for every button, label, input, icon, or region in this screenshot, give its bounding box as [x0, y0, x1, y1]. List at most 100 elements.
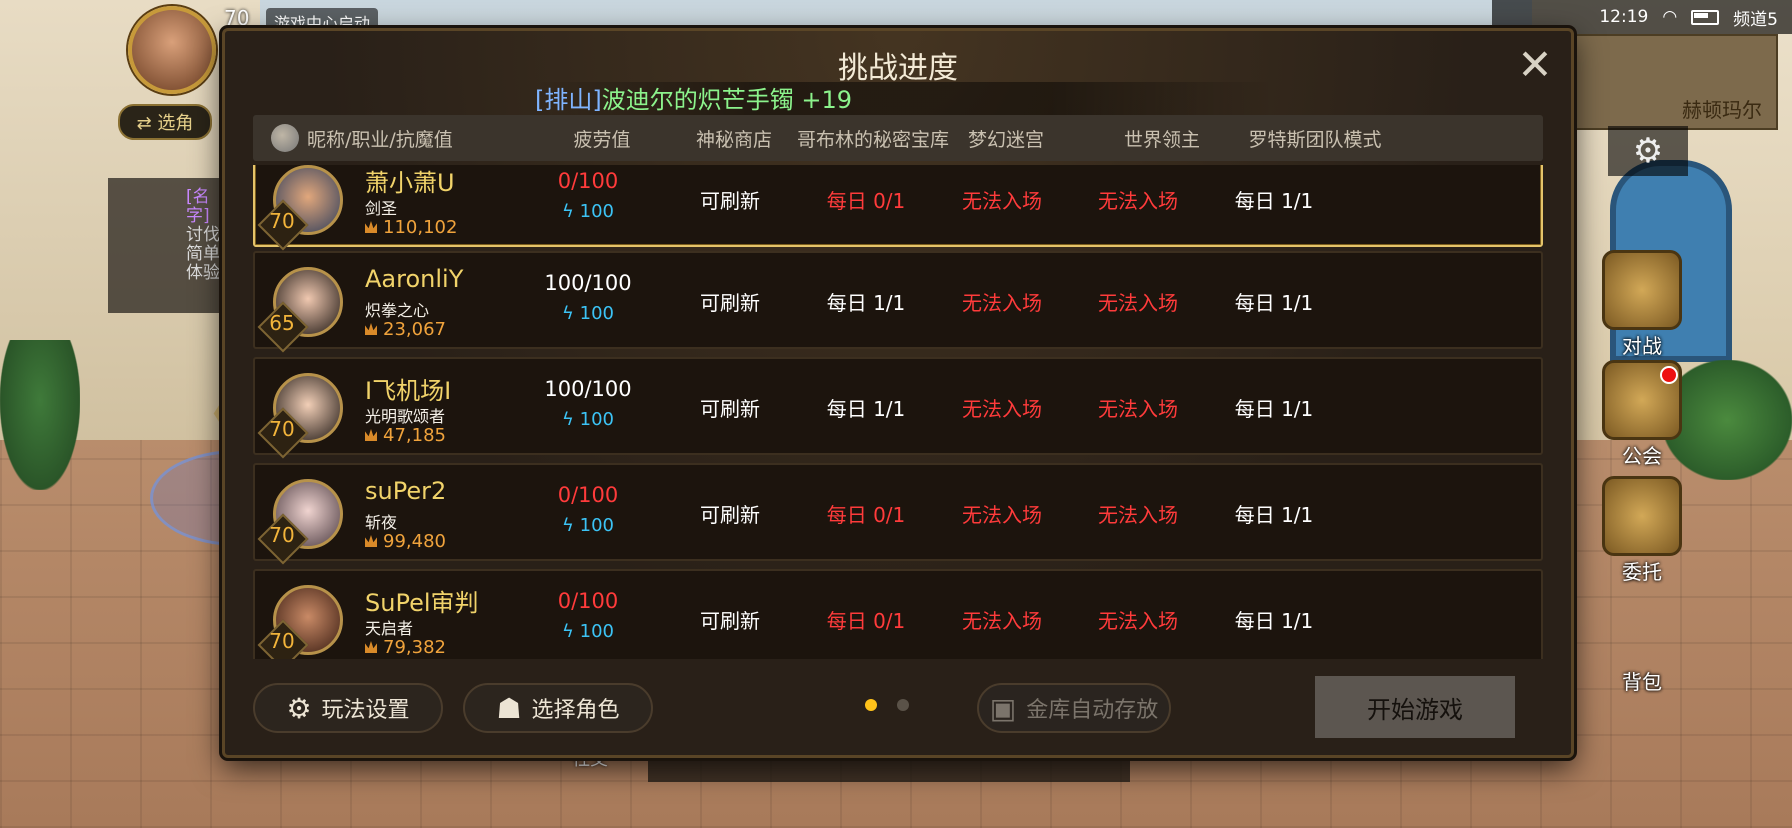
start-label: 开始游戏 — [1367, 695, 1463, 724]
auto-store-button[interactable]: ▣ 金库自动存放 — [977, 683, 1171, 733]
character-icon: ☗ — [496, 691, 522, 725]
table-row[interactable]: 70 I飞机场I 光明歌颂者 47,185 100/100 ϟ 100 可刷新 … — [253, 357, 1543, 459]
gameplay-settings-button[interactable]: ⚙ 玩法设置 — [253, 683, 443, 733]
power-value: 23,067 — [383, 319, 446, 340]
fatigue-value: 100/100 — [544, 271, 632, 295]
dream-status: 无法入场 — [962, 503, 1042, 527]
energy-value: ϟ 100 — [513, 515, 663, 536]
header-rotes: 罗特斯团队模式 — [1248, 128, 1382, 151]
energy-number: 100 — [579, 409, 614, 430]
dream-status: 无法入场 — [962, 397, 1042, 421]
broadcast-notice: [排山]波迪尔的炽芒手镯 +19 — [535, 82, 1275, 118]
table-row[interactable]: 65 AaronliY 炽拳之心 23,067 100/100 ϟ 100 可刷… — [253, 251, 1543, 353]
pvp-button[interactable]: 对战 — [1602, 250, 1682, 359]
select-character-button[interactable]: ☗ 选择角色 — [463, 683, 653, 733]
settings-label: 玩法设置 — [321, 698, 410, 723]
magic-resist: 99,480 — [365, 531, 446, 552]
shop-status: 可刷新 — [700, 291, 760, 315]
commission-label: 委托 — [1622, 560, 1662, 584]
lightning-icon: ϟ — [562, 303, 580, 324]
crown-icon — [365, 323, 377, 335]
rotes-status: 每日 1/1 — [1234, 609, 1314, 633]
power-value: 99,480 — [383, 531, 446, 552]
fatigue-value: 100/100 — [544, 377, 632, 401]
boss-status: 无法入场 — [1098, 291, 1178, 315]
fatigue-value: 0/100 — [557, 483, 619, 507]
quest-name: [名字] — [186, 187, 210, 226]
goblin-status: 每日 0/1 — [826, 189, 906, 213]
clock: 12:19 — [1599, 7, 1649, 27]
character-list[interactable]: 70 萧小萧U 剑圣 110,102 0/100 ϟ 100 可刷新 每日 0/… — [253, 165, 1543, 659]
shop-status: 可刷新 — [700, 503, 760, 527]
boss-status: 无法入场 — [1098, 397, 1178, 421]
select-char-label: 选择角色 — [531, 698, 620, 723]
header-fatigue: 疲劳值 — [573, 128, 631, 151]
character-name: SuPel审判 — [365, 589, 479, 617]
energy-number: 100 — [579, 621, 614, 642]
energy-number: 100 — [579, 201, 614, 222]
guild-button[interactable]: 公会 — [1602, 360, 1682, 469]
player-level: 70 — [224, 6, 250, 30]
bag-button[interactable]: 背包 — [1602, 666, 1682, 695]
goblin-status: 每日 0/1 — [826, 503, 906, 527]
character-job: 剑圣 — [365, 199, 398, 218]
boss-status: 无法入场 — [1098, 503, 1178, 527]
table-row[interactable]: 70 suPer2 斩夜 99,480 0/100 ϟ 100 可刷新 每日 0… — [253, 463, 1543, 565]
crown-icon — [365, 535, 377, 547]
table-header: 昵称/职业/抗魔值 疲劳值 神秘商店 哥布林的秘密宝库 梦幻迷宫 世界领主 罗特… — [253, 115, 1543, 161]
level-text: 65 — [269, 311, 295, 335]
energy-number: 100 — [579, 303, 614, 324]
vault-icon: ▣ — [989, 691, 1017, 725]
notice-board-icon — [1602, 476, 1682, 556]
crown-icon — [365, 221, 377, 233]
settings-gear-icon[interactable]: ⚙ — [1608, 126, 1688, 176]
minimap-location: 赫顿玛尔 — [1682, 98, 1762, 122]
character-job: 天启者 — [365, 619, 414, 638]
character-name: 萧小萧U — [365, 169, 455, 197]
lightning-icon: ϟ — [562, 409, 580, 430]
challenge-progress-dialog: 挑战进度 ✕ [排山]波迪尔的炽芒手镯 +19 昵称/职业/抗魔值 疲劳值 神秘… — [222, 28, 1574, 758]
character-job: 炽拳之心 — [365, 301, 430, 320]
close-icon[interactable]: ✕ — [1513, 44, 1557, 89]
dream-status: 无法入场 — [962, 291, 1042, 315]
table-row[interactable]: 70 SuPel审判 天启者 79,382 0/100 ϟ 100 可刷新 每日… — [253, 569, 1543, 659]
start-game-button[interactable]: 开始游戏 — [1315, 676, 1515, 738]
magic-resist: 47,185 — [365, 425, 446, 446]
boss-status: 无法入场 — [1098, 609, 1178, 633]
goblin-status: 每日 1/1 — [826, 397, 906, 421]
dream-status: 无法入场 — [962, 609, 1042, 633]
level-text: 70 — [269, 629, 295, 653]
bag-label: 背包 — [1622, 670, 1662, 694]
rotes-status: 每日 1/1 — [1234, 397, 1314, 421]
quest-tracker[interactable]: [名字] 讨伐 简单 体验 — [108, 178, 228, 313]
wifi-icon: ◠ — [1662, 7, 1678, 27]
level-text: 70 — [269, 209, 295, 233]
player-portrait[interactable] — [128, 6, 216, 94]
quest-line: 体验 — [186, 263, 220, 283]
character-name: suPer2 — [365, 477, 447, 505]
goblin-status: 每日 0/1 — [826, 609, 906, 633]
notification-dot — [1660, 366, 1678, 384]
energy-value: ϟ 100 — [513, 303, 663, 324]
table-row[interactable]: 70 萧小萧U 剑圣 110,102 0/100 ϟ 100 可刷新 每日 0/… — [253, 165, 1543, 251]
dialog-title: 挑战进度 — [838, 51, 958, 86]
commission-button[interactable]: 委托 — [1602, 476, 1682, 585]
character-job: 光明歌颂者 — [365, 407, 446, 426]
goblin-status: 每日 1/1 — [826, 291, 906, 315]
level-text: 70 — [269, 523, 295, 547]
crossed-swords-icon — [1602, 250, 1682, 330]
guild-label: 公会 — [1622, 444, 1662, 468]
character-icon — [271, 124, 299, 152]
auto-store-label: 金库自动存放 — [1026, 698, 1159, 723]
notice-item: 波迪尔的炽芒手镯 +19 — [601, 86, 853, 114]
switch-character-button[interactable]: ⇄ 选角 — [118, 104, 212, 140]
energy-number: 100 — [579, 515, 614, 536]
crown-icon — [365, 429, 377, 441]
notice-tag: [排山] — [535, 86, 602, 114]
channel-label[interactable]: 频道5 — [1733, 5, 1778, 30]
page-dot[interactable] — [897, 699, 909, 711]
character-name: I飞机场I — [365, 377, 452, 405]
page-dot-active[interactable] — [865, 699, 877, 711]
rotes-status: 每日 1/1 — [1234, 291, 1314, 315]
battery-icon — [1691, 9, 1720, 25]
